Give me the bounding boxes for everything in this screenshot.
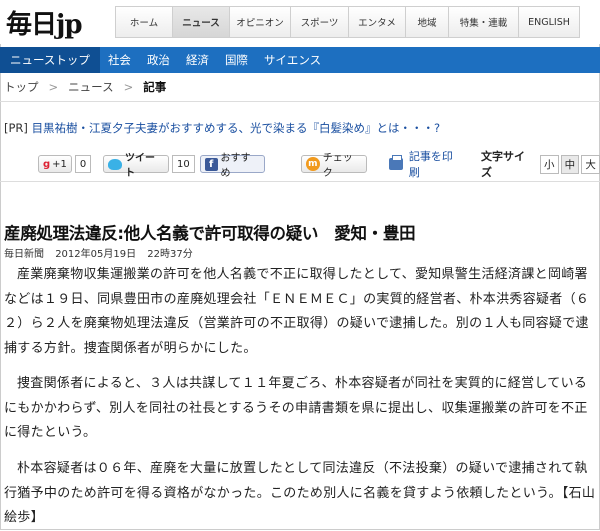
nav-opinion[interactable]: オピニオン — [230, 6, 291, 38]
nav-home[interactable]: ホーム — [115, 6, 173, 38]
chevron-right-icon: > — [123, 80, 134, 94]
pr-line: [PR] 目黒祐樹・江夏夕子夫妻がおすすめする、光で染まる『白髪染め』とは・・・… — [4, 120, 440, 136]
font-size-label: 文字サイズ — [481, 150, 526, 179]
nav-features[interactable]: 特集・連載 — [449, 6, 519, 38]
font-size-medium[interactable]: 中 — [560, 154, 580, 174]
article-paragraph-3: 朴本容疑者は０６年、産廃を大量に放置したとして同法違反（不法投棄）の疑いで逮捕さ… — [4, 461, 596, 525]
subnav-science[interactable]: サイエンス — [256, 47, 329, 73]
pr-link[interactable]: 目黒祐樹・江夏夕子夫妻がおすすめする、光で染まる『白髪染め』とは・・・? — [32, 121, 441, 135]
sub-navigation: ニューストップ 社会 政治 経済 国際 サイエンス — [0, 47, 600, 73]
printer-icon — [389, 155, 403, 170]
fb-label: おすすめ — [220, 153, 251, 179]
subnav-economy[interactable]: 経済 — [178, 47, 217, 73]
font-size-small[interactable]: 小 — [539, 154, 559, 174]
pr-tag: [PR] — [4, 121, 28, 135]
breadcrumb: トップ > ニュース > 記事 — [4, 79, 166, 95]
mixi-icon: m — [305, 157, 320, 171]
top-navigation: ホーム ニュース オピニオン スポーツ エンタメ 地域 特集・連載 ENGLIS… — [115, 6, 580, 38]
site-logo[interactable]: 毎日jp — [6, 4, 83, 41]
breadcrumb-top[interactable]: トップ — [4, 79, 39, 95]
subnav-politics[interactable]: 政治 — [139, 47, 178, 73]
tweet-button[interactable]: ツイート — [103, 153, 169, 179]
article-time: 22時37分 — [147, 249, 193, 260]
mixi-check-button[interactable]: m チェック — [300, 153, 368, 179]
font-size-control: 文字サイズ 小 中 大 — [481, 148, 600, 180]
nav-entame[interactable]: エンタメ — [349, 6, 406, 38]
article-date: 2012年05月19日 — [55, 249, 137, 260]
chevron-right-icon: > — [48, 80, 59, 94]
nav-english[interactable]: ENGLISH — [519, 6, 580, 38]
gplus-count: 0 — [74, 155, 92, 173]
facebook-icon: f — [204, 157, 218, 171]
article-paragraph-2: 捜査関係者によると、３人は共謀して１１年夏ごろ、朴本容疑者が同社を実質的に経営し… — [4, 376, 588, 440]
nav-sports[interactable]: スポーツ — [291, 6, 349, 38]
breadcrumb-news[interactable]: ニュース — [68, 79, 113, 95]
nav-region[interactable]: 地域 — [406, 6, 449, 38]
twitter-bird-icon — [108, 158, 122, 170]
nav-news[interactable]: ニュース — [173, 6, 230, 38]
gplus-icon: g — [43, 158, 51, 170]
print-link[interactable]: 記事を印刷 — [389, 148, 463, 180]
article-title: 産廃処理法違反:他人名義で許可取得の疑い 愛知・豊田 — [4, 224, 416, 243]
tweet-group: ツイート 10 — [103, 153, 195, 179]
facebook-recommend-button[interactable]: f おすすめ — [199, 153, 265, 179]
article-source: 毎日新聞 — [4, 249, 44, 260]
site-header: 毎日jp ホーム ニュース オピニオン スポーツ エンタメ 地域 特集・連載 E… — [0, 0, 600, 44]
article-paragraph-1: 産業廃棄物収集運搬業の許可を他人名義で不正に取得したとして、愛知県警生活経済課と… — [4, 267, 590, 356]
article-meta: 毎日新聞 2012年05月19日 22時37分 — [4, 245, 201, 260]
tweet-count: 10 — [171, 155, 195, 173]
check-label: チェック — [322, 153, 353, 179]
print-label: 記事を印刷 — [408, 150, 453, 179]
gplus-group: g +1 0 — [38, 155, 92, 173]
divider — [0, 181, 600, 182]
gplus-label: +1 — [52, 158, 67, 170]
subnav-international[interactable]: 国際 — [217, 47, 256, 73]
tweet-label: ツイート — [124, 153, 155, 179]
font-size-large[interactable]: 大 — [581, 154, 600, 174]
subnav-news-top[interactable]: ニューストップ — [0, 47, 100, 73]
divider — [0, 101, 600, 102]
subnav-society[interactable]: 社会 — [100, 47, 139, 73]
breadcrumb-current: 記事 — [143, 80, 167, 94]
social-bar: g +1 0 ツイート 10 f おすすめ m チェック 記事を印刷 文字サイズ… — [0, 148, 600, 180]
gplus-button[interactable]: g +1 — [38, 155, 72, 173]
